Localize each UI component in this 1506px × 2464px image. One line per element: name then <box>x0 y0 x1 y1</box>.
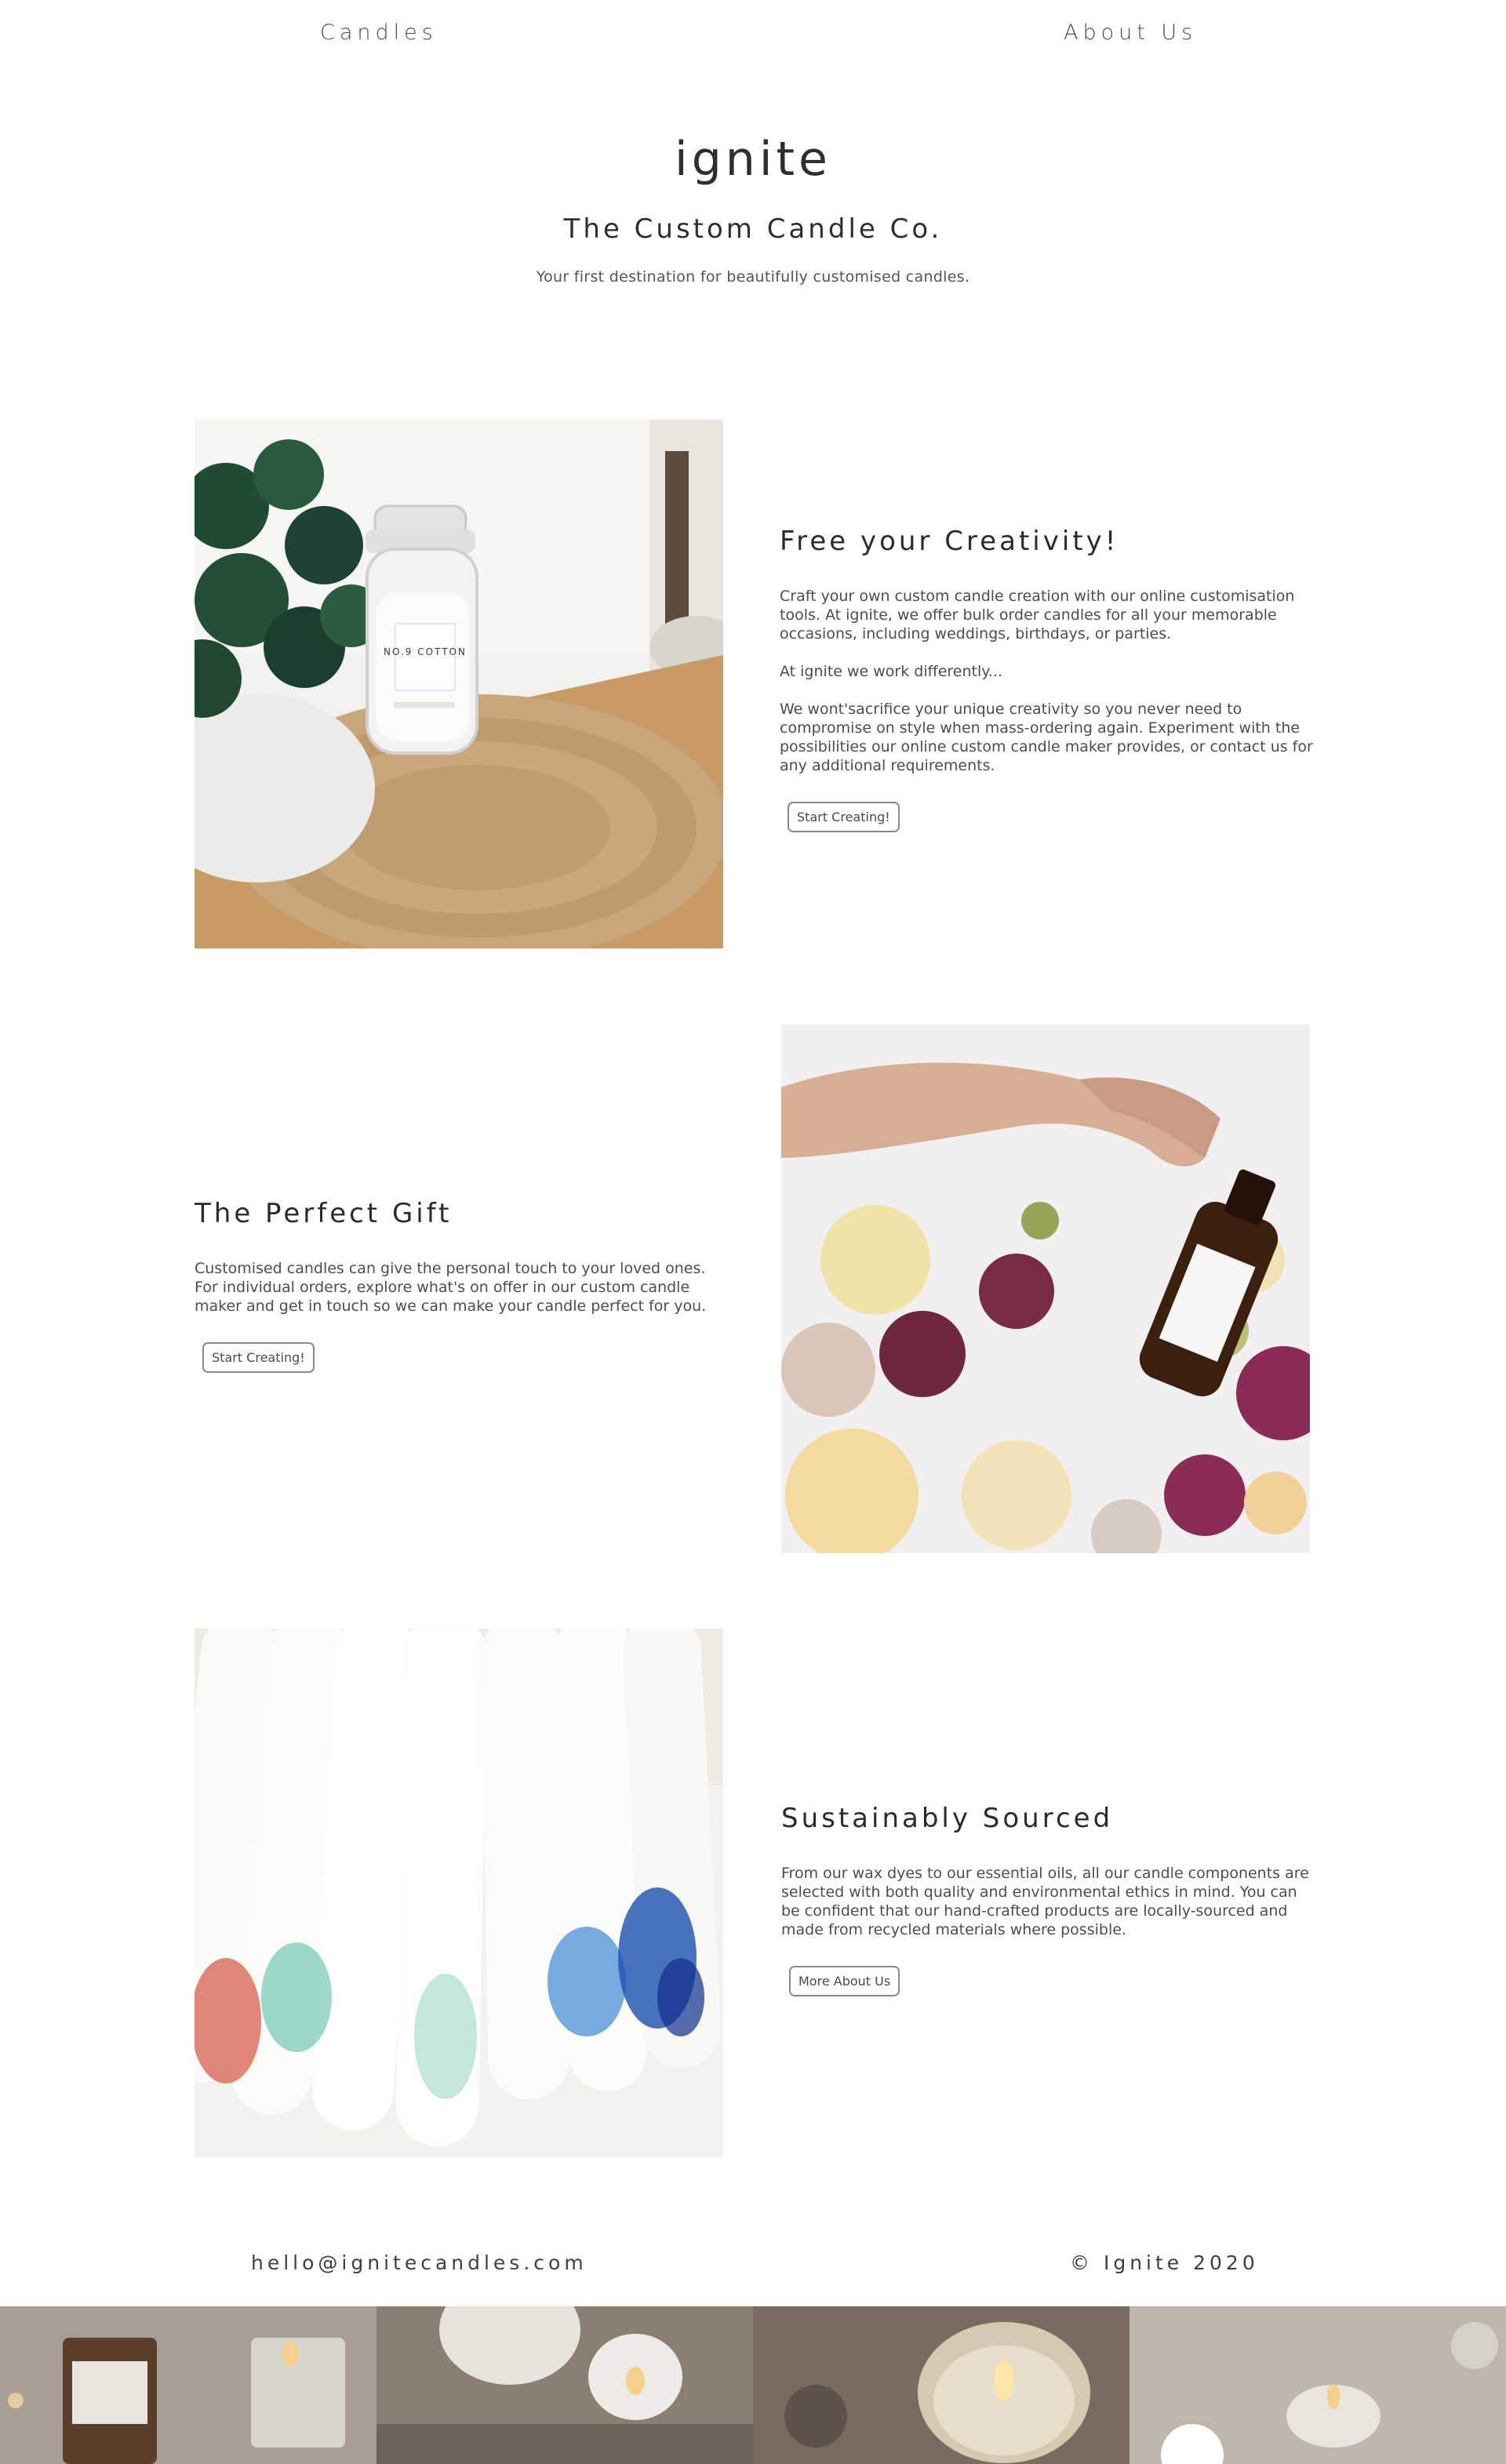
candle-jar-photo: NO.9 COTTON <box>195 420 723 948</box>
section-gift: The Perfect Gift Customised candles can … <box>195 1198 728 1373</box>
essential-oil-photo <box>781 1025 1310 1553</box>
section-paragraph: From our wax dyes to our essential oils,… <box>781 1865 1309 1938</box>
nav-link-about-us[interactable]: About Us <box>1064 20 1197 45</box>
section-sustainability: Sustainably Sourced From our wax dyes to… <box>781 1803 1315 1996</box>
start-creating-button[interactable]: Start Creating! <box>202 1342 315 1373</box>
more-about-us-button[interactable]: More About Us <box>789 1966 900 1996</box>
top-nav: Candles About Us <box>0 0 1506 71</box>
section-paragraph: We wont'sacrifice your unique creativity… <box>780 701 1313 774</box>
section-paragraph: At ignite we work differently... <box>780 663 1002 680</box>
section-paragraph: Customised candles can give the personal… <box>195 1260 707 1315</box>
section-paragraph: Craft your own custom candle creation wi… <box>780 588 1295 642</box>
footer-email-link[interactable]: hello@ignitecandles.com <box>251 2251 587 2274</box>
gallery-image <box>376 2306 753 2464</box>
footer-copyright: © Ignite 2020 <box>1070 2251 1259 2274</box>
brand-logo-text: ignite <box>675 132 831 187</box>
section-title: Sustainably Sourced <box>781 1803 1114 1834</box>
dyed-candles-photo <box>195 1629 723 2157</box>
section-title: The Perfect Gift <box>195 1198 453 1229</box>
section-creativity: Free your Creativity! Craft your own cus… <box>780 526 1313 832</box>
footer-gallery <box>0 2306 1506 2464</box>
gallery-image <box>0 2306 376 2464</box>
gallery-image <box>1130 2306 1506 2464</box>
jar-label-text: NO.9 COTTON <box>384 646 467 657</box>
start-creating-button[interactable]: Start Creating! <box>788 802 900 832</box>
footer: hello@ignitecandles.com © Ignite 2020 <box>0 2251 1506 2283</box>
gallery-image <box>753 2306 1130 2464</box>
brand-tagline: The Custom Candle Co. <box>563 213 943 245</box>
section-title: Free your Creativity! <box>780 526 1119 557</box>
hero: ignite The Custom Candle Co. Your first … <box>0 132 1506 286</box>
hero-subtitle: Your first destination for beautifully c… <box>536 268 970 286</box>
nav-link-candles[interactable]: Candles <box>320 20 438 45</box>
